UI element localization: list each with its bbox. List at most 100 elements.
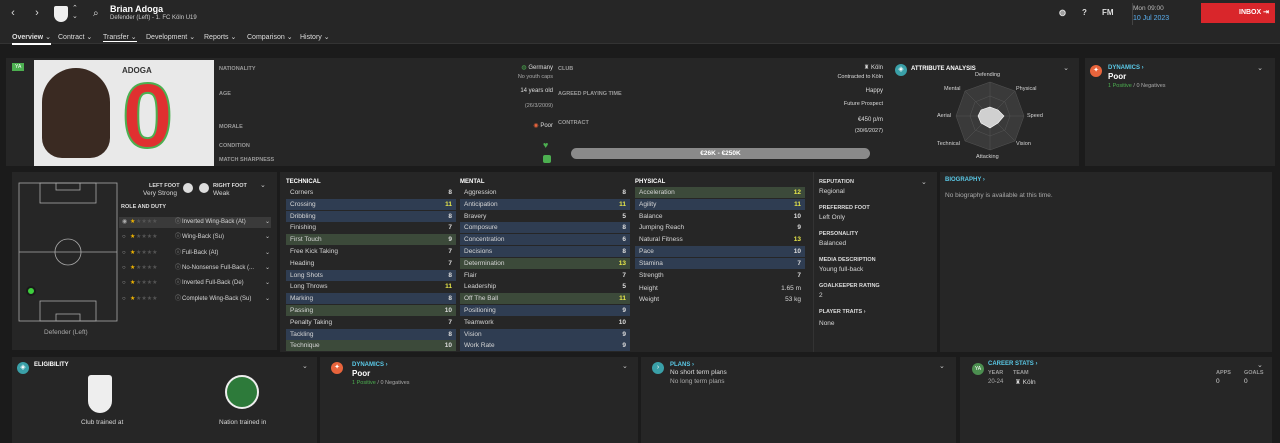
club-trained-crest[interactable]: [88, 375, 112, 413]
dynamics-bottom-dropdown-icon[interactable]: ⌄: [622, 362, 628, 370]
career-team[interactable]: ♜ Köln: [1015, 378, 1036, 386]
attribute-row[interactable]: Work Rate 9: [460, 340, 630, 352]
attribute-row[interactable]: Long Shots 8: [286, 269, 456, 281]
dynamics-title[interactable]: DYNAMICS ›: [1108, 65, 1144, 71]
attribute-row[interactable]: Marking 8: [286, 293, 456, 305]
role-dropdown-icon[interactable]: ⌄: [265, 263, 270, 274]
attribute-row[interactable]: Technique 10: [286, 340, 456, 352]
role-dropdown-icon[interactable]: ⌄: [265, 278, 270, 289]
role-dropdown-icon[interactable]: ⌄: [265, 248, 270, 259]
attribute-row[interactable]: Tackling 8: [286, 328, 456, 340]
attribute-row[interactable]: Finishing 7: [286, 222, 456, 233]
role-name: No-Nonsense Full-Back (...: [182, 264, 255, 271]
tab-development[interactable]: Development ⌄: [146, 33, 195, 41]
role-item[interactable]: ○ ★ ★★★★ ⓘ No-Nonsense Full-Back (... ⌄: [119, 263, 271, 274]
fm-menu[interactable]: FM: [1102, 8, 1114, 17]
attribute-row[interactable]: Passing 10: [286, 305, 456, 316]
foot-dropdown-icon[interactable]: ⌄: [260, 181, 266, 189]
attribute-row[interactable]: Off The Ball 11: [460, 293, 630, 305]
attribute-row[interactable]: Pace 10: [635, 246, 805, 257]
attribute-row[interactable]: Vision 9: [460, 328, 630, 340]
morale[interactable]: ◉ Poor: [533, 122, 553, 129]
role-dropdown-icon[interactable]: ⌄: [265, 217, 270, 228]
attribute-row[interactable]: Free Kick Taking 7: [286, 246, 456, 257]
nationality[interactable]: ◍ Germany: [521, 64, 553, 71]
radio-icon[interactable]: ◉: [122, 217, 127, 228]
role-item[interactable]: ○ ★ ★★★★ ⓘ Wing-Back (Su) ⌄: [119, 232, 271, 243]
biography-title[interactable]: BIOGRAPHY ›: [945, 177, 985, 183]
biography-panel: BIOGRAPHY › No biography is available at…: [940, 172, 1272, 352]
radio-icon[interactable]: ○: [122, 263, 126, 274]
attribute-row[interactable]: Aggression 8: [460, 187, 630, 198]
radio-icon[interactable]: ○: [122, 278, 126, 289]
dynamics-bottom-title[interactable]: DYNAMICS ›: [352, 362, 388, 368]
attribute-row[interactable]: Determination 13: [460, 257, 630, 269]
attribute-row[interactable]: Concentration 6: [460, 234, 630, 246]
plans-dropdown-icon[interactable]: ⌄: [939, 362, 945, 370]
position-marker[interactable]: [26, 286, 36, 296]
attribute-row[interactable]: Long Throws 11: [286, 281, 456, 292]
tab-overview[interactable]: Overview ⌄: [12, 33, 51, 45]
attribute-row[interactable]: Flair 7: [460, 270, 630, 281]
world-icon[interactable]: ◍: [1059, 8, 1066, 17]
morale-icon: ◉: [533, 123, 539, 129]
attribute-row[interactable]: Agility 11: [635, 198, 805, 210]
role-dropdown-icon[interactable]: ⌄: [265, 232, 270, 243]
attribute-row[interactable]: Penalty Taking 7: [286, 317, 456, 328]
attribute-row[interactable]: First Touch 9: [286, 234, 456, 246]
club[interactable]: ♜ Köln: [864, 64, 883, 71]
attribute-row[interactable]: Balance 10: [635, 211, 805, 222]
attribute-row[interactable]: Leadership 5: [460, 281, 630, 292]
value-bar[interactable]: €26K - €250K: [571, 148, 870, 159]
attribute-row[interactable]: Strength 7: [635, 270, 805, 281]
career-dropdown-icon[interactable]: ⌄: [1257, 361, 1263, 369]
inbox-button[interactable]: INBOX ⇥: [1201, 3, 1275, 23]
attribute-value: 10: [793, 248, 801, 255]
attribute-row[interactable]: Crossing 11: [286, 198, 456, 210]
plans-title[interactable]: PLANS ›: [670, 362, 694, 368]
attribute-row[interactable]: Acceleration 12: [635, 187, 805, 198]
attribute-row[interactable]: Stamina 7: [635, 257, 805, 269]
search-icon[interactable]: ⌕: [93, 8, 99, 19]
biography-text: No biography is available at this time.: [945, 192, 1053, 199]
role-name: Inverted Full-Back (De): [182, 280, 244, 287]
radio-icon[interactable]: ○: [122, 232, 126, 243]
back-icon[interactable]: ‹: [6, 6, 20, 20]
career-stats-panel: YA CAREER STATS › YEAR TEAM APPS GOALS 2…: [960, 357, 1272, 443]
nation-trained-crest[interactable]: [225, 375, 259, 409]
tab-comparison[interactable]: Comparison ⌄: [247, 33, 293, 41]
attribute-row[interactable]: Positioning 9: [460, 305, 630, 316]
date-display[interactable]: Mon 09:00 10 Jul 2023: [1132, 3, 1192, 25]
attribute-row[interactable]: Jumping Reach 9: [635, 222, 805, 233]
up-down-icon[interactable]: ⌃ ⌄: [72, 5, 78, 21]
player-traits-link[interactable]: PLAYER TRAITS ›: [819, 309, 866, 315]
help-icon[interactable]: ?: [1082, 8, 1087, 17]
attribute-row[interactable]: Composure 8: [460, 222, 630, 234]
star-icon: ★: [130, 264, 136, 271]
tab-transfer[interactable]: Transfer ⌄: [103, 33, 137, 42]
tab-reports[interactable]: Reports ⌄: [204, 33, 236, 41]
attribute-row[interactable]: Heading 7: [286, 258, 456, 269]
dynamics-dropdown-icon[interactable]: ⌄: [1257, 64, 1263, 72]
tab-contract[interactable]: Contract ⌄: [58, 33, 92, 41]
role-item[interactable]: ◉ ★ ★★★★ ⓘ Inverted Wing-Back (At) ⌄: [119, 217, 271, 228]
attribute-row[interactable]: Dribbling 8: [286, 210, 456, 222]
role-dropdown-icon[interactable]: ⌄: [265, 294, 270, 305]
attribute-row[interactable]: Natural Fitness 13: [635, 234, 805, 245]
attribute-row[interactable]: Bravery 5: [460, 211, 630, 222]
career-title[interactable]: CAREER STATS ›: [988, 361, 1037, 367]
attribute-row[interactable]: Anticipation 11: [460, 198, 630, 210]
role-item[interactable]: ○ ★ ★★★★ ⓘ Complete Wing-Back (Su) ⌄: [119, 294, 271, 305]
radio-icon[interactable]: ○: [122, 294, 126, 305]
attribute-row[interactable]: Decisions 8: [460, 246, 630, 257]
radio-icon[interactable]: ○: [122, 248, 126, 259]
attribute-row[interactable]: Corners 8: [286, 187, 456, 198]
attribute-row[interactable]: Teamwork 10: [460, 317, 630, 328]
role-item[interactable]: ○ ★ ★★★★ ⓘ Full-Back (At) ⌄: [119, 248, 271, 259]
tab-history[interactable]: History ⌄: [300, 33, 330, 41]
reputation-dropdown-icon[interactable]: ⌄: [921, 178, 927, 186]
eligibility-dropdown-icon[interactable]: ⌄: [302, 362, 308, 370]
forward-icon[interactable]: ›: [30, 6, 44, 20]
role-item[interactable]: ○ ★ ★★★★ ⓘ Inverted Full-Back (De) ⌄: [119, 278, 271, 289]
club-crest-icon[interactable]: [54, 6, 68, 22]
